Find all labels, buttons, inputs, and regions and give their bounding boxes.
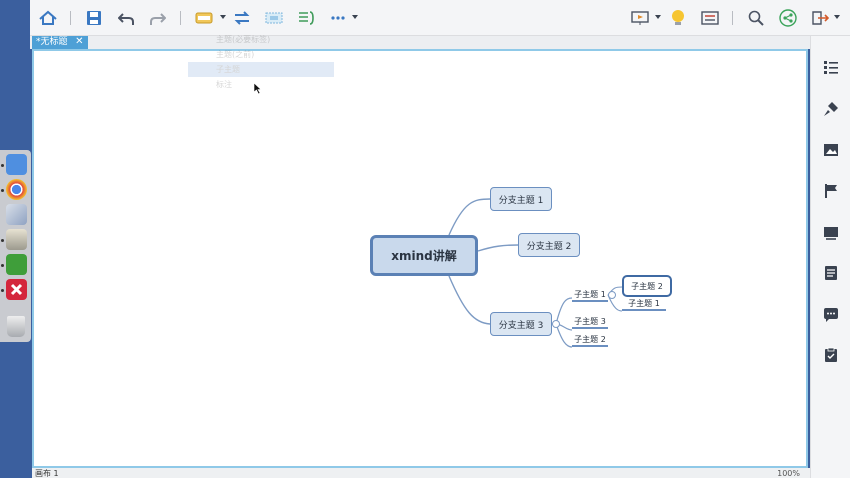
branch-topic-1[interactable]: 分支主题 1 <box>490 187 552 211</box>
collapse-toggle-icon[interactable] <box>608 291 616 299</box>
tab-close-icon[interactable]: ✕ <box>75 36 83 48</box>
text-style-icon[interactable] <box>822 224 840 242</box>
main-toolbar <box>30 0 850 36</box>
zoom-level[interactable]: 100% <box>777 468 800 478</box>
export-icon[interactable] <box>810 8 830 28</box>
ghost-menu-item: 主题(必要标签) <box>216 35 271 44</box>
tab-untitled[interactable]: *无标题 ✕ <box>32 36 88 49</box>
image-icon[interactable] <box>822 141 840 159</box>
evernote-icon[interactable] <box>6 254 27 275</box>
subtopic-3[interactable]: 子主题 3 <box>572 315 608 329</box>
summary-icon[interactable] <box>296 8 316 28</box>
preview-icon[interactable] <box>6 229 27 250</box>
redo-icon[interactable] <box>148 8 168 28</box>
toolbar-divider <box>732 11 733 25</box>
ghost-menu-item: 子主题 <box>188 62 334 77</box>
central-topic[interactable]: xmind讲解 <box>370 235 478 276</box>
task-icon[interactable] <box>822 346 840 364</box>
presentation-caret-icon[interactable] <box>655 15 661 19</box>
more-caret-icon[interactable] <box>352 15 358 19</box>
subtopic-1[interactable]: 子主题 1 <box>572 288 608 302</box>
undo-icon[interactable] <box>116 8 136 28</box>
insert-topic-caret-icon[interactable] <box>220 15 226 19</box>
app-dock <box>0 150 31 342</box>
search-icon[interactable] <box>746 8 766 28</box>
mouse-cursor-icon <box>253 79 262 98</box>
boundary-icon[interactable] <box>264 8 284 28</box>
more-icon[interactable] <box>328 8 348 28</box>
share-icon[interactable] <box>778 8 798 28</box>
dock-running-dot <box>1 289 4 292</box>
outline-list-icon[interactable] <box>822 58 840 76</box>
trash-icon[interactable] <box>7 316 25 337</box>
insert-topic-icon[interactable] <box>194 8 214 28</box>
outline-icon[interactable] <box>700 8 720 28</box>
connector-line <box>448 275 491 325</box>
dock-running-dot <box>1 189 4 192</box>
toolbar-divider <box>70 11 71 25</box>
sheet-tab[interactable]: 画布 1 <box>35 468 59 478</box>
toolbar-divider <box>180 11 181 25</box>
tab-strip: *无标题 ✕ <box>30 36 810 49</box>
xmind-icon[interactable] <box>6 279 27 300</box>
branch-topic-2[interactable]: 分支主题 2 <box>518 233 580 257</box>
collapse-toggle-icon[interactable] <box>552 320 560 328</box>
subtopic-2[interactable]: 子主题 2 <box>572 333 608 347</box>
branch-topic-3[interactable]: 分支主题 3 <box>490 312 552 336</box>
right-panel-bar <box>810 36 850 478</box>
export-caret-icon[interactable] <box>834 15 840 19</box>
relationship-icon[interactable] <box>232 8 252 28</box>
photo-app-icon[interactable] <box>6 204 27 225</box>
subtopic-1-child[interactable]: 子主题 1 <box>622 297 666 311</box>
format-brush-icon[interactable] <box>822 100 840 118</box>
notes-icon[interactable] <box>822 264 840 282</box>
save-icon[interactable] <box>84 8 104 28</box>
home-icon[interactable] <box>38 8 58 28</box>
dock-running-dot <box>1 164 4 167</box>
finder-icon[interactable] <box>6 154 27 175</box>
connector-line <box>477 244 519 252</box>
tab-title: *无标题 <box>36 37 68 47</box>
presentation-icon[interactable] <box>630 8 650 28</box>
marker-flag-icon[interactable] <box>822 182 840 200</box>
ghost-menu-item: 主题(之前) <box>216 50 255 59</box>
comments-icon[interactable] <box>822 306 840 324</box>
dock-running-dot <box>1 239 4 242</box>
connector-line <box>448 198 491 236</box>
status-bar: 画布 1 100% <box>32 468 810 478</box>
idea-icon[interactable] <box>668 8 688 28</box>
dock-running-dot <box>1 264 4 267</box>
chrome-icon[interactable] <box>6 179 27 200</box>
selected-subtopic-2[interactable]: 子主题 2 <box>622 275 672 297</box>
mind-map-canvas[interactable]: xmind讲解 分支主题 1 分支主题 2 分支主题 3 子主题 1 子主题 3… <box>32 49 808 468</box>
